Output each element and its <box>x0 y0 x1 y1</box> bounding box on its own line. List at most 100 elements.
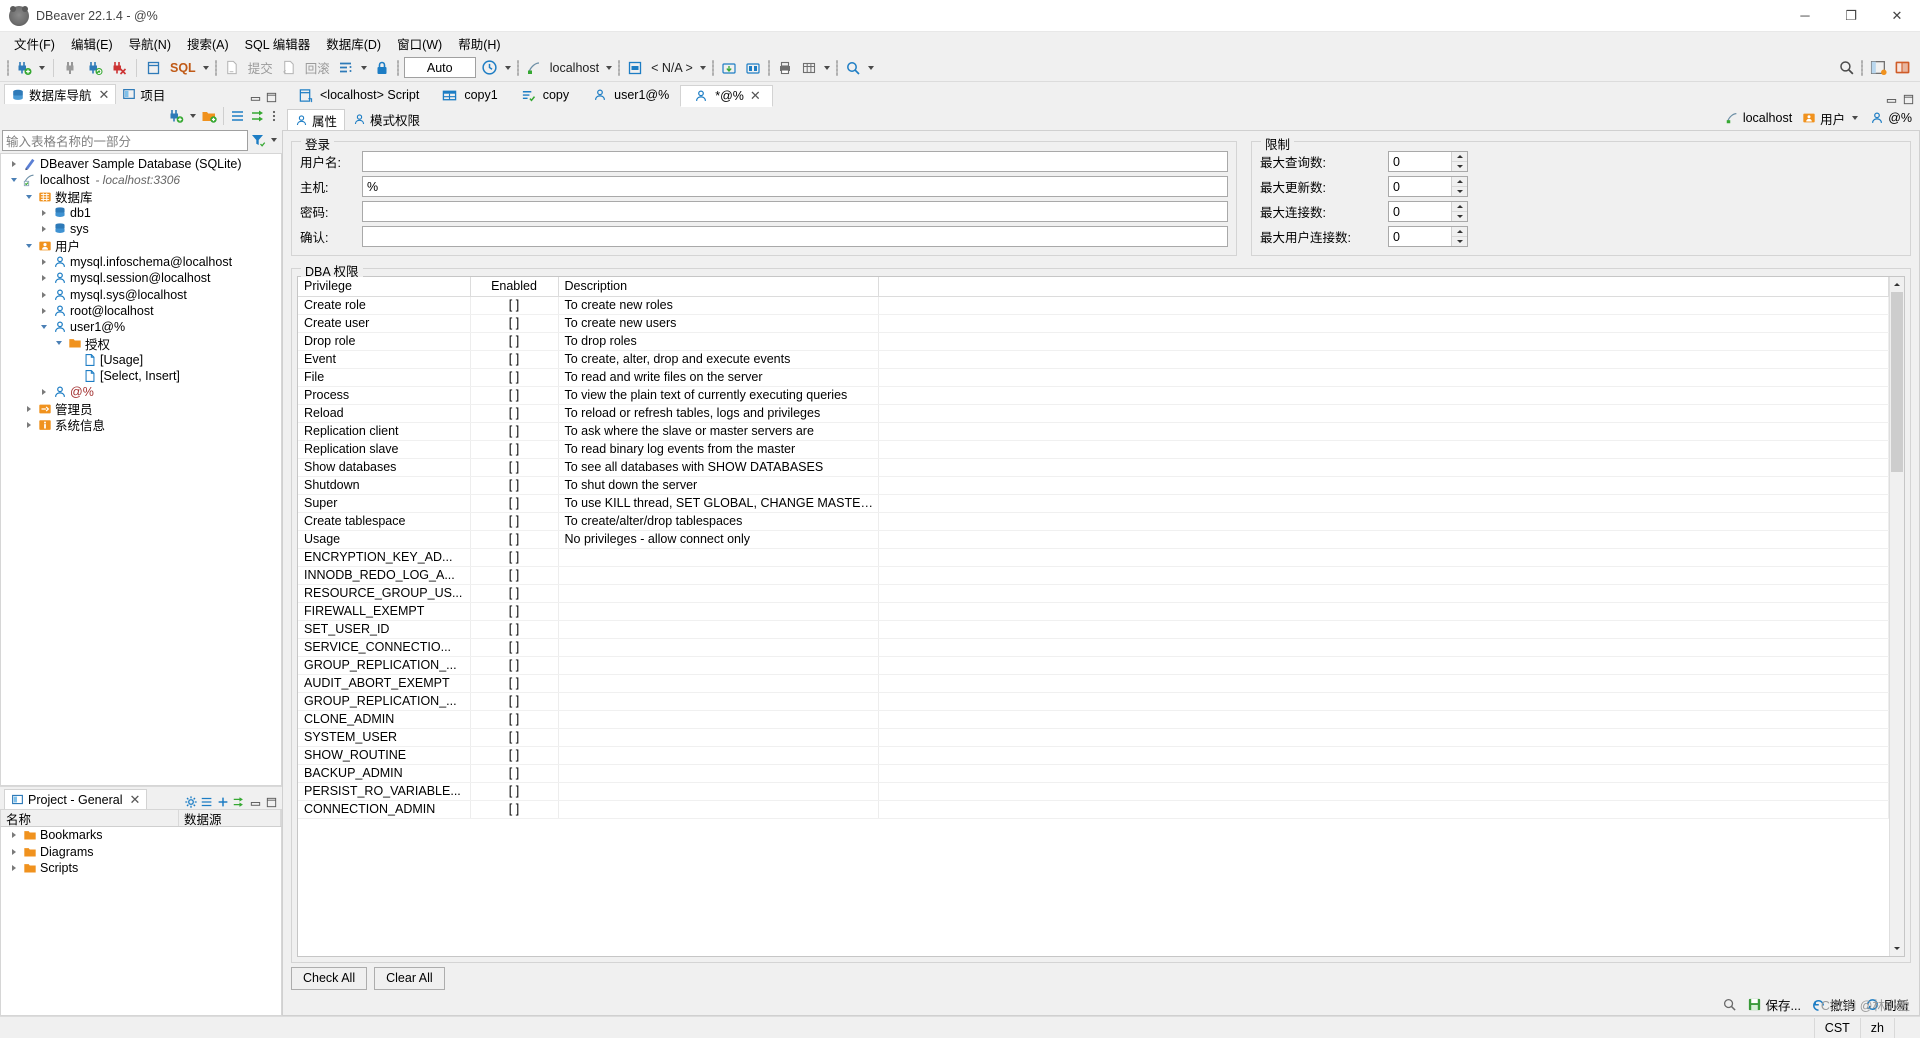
cell-enabled-checkbox[interactable]: [ ] <box>470 675 558 693</box>
chevron-right-icon[interactable] <box>22 422 36 428</box>
username-input[interactable] <box>362 151 1228 172</box>
rollback-icon[interactable] <box>278 57 300 79</box>
host-input[interactable]: % <box>362 176 1228 197</box>
sql-dropdown-icon[interactable] <box>200 57 212 79</box>
new-connection-dropdown-icon[interactable] <box>36 57 48 79</box>
table-row[interactable]: RESOURCE_GROUP_US...[ ] <box>298 585 1889 603</box>
stepper-down-icon[interactable] <box>1452 212 1467 221</box>
cell-enabled-checkbox[interactable]: [ ] <box>470 405 558 423</box>
table-row[interactable]: SYSTEM_USER[ ] <box>298 729 1889 747</box>
cell-enabled-checkbox[interactable]: [ ] <box>470 423 558 441</box>
chevron-right-icon[interactable] <box>37 275 51 281</box>
cell-enabled-checkbox[interactable]: [ ] <box>470 657 558 675</box>
chevron-right-icon[interactable] <box>37 259 51 265</box>
breadcrumb-user[interactable]: @% <box>1870 111 1912 125</box>
close-button[interactable]: ✕ <box>1874 0 1920 32</box>
export-data-icon[interactable] <box>742 57 764 79</box>
print-icon[interactable] <box>774 57 796 79</box>
cell-enabled-checkbox[interactable]: [ ] <box>470 351 558 369</box>
chevron-down-icon[interactable] <box>22 195 36 199</box>
cell-enabled-checkbox[interactable]: [ ] <box>470 765 558 783</box>
table-row[interactable]: SET_USER_ID[ ] <box>298 621 1889 639</box>
table-row[interactable]: CONNECTION_ADMIN[ ] <box>298 801 1889 819</box>
connection-name[interactable]: localhost <box>546 61 603 75</box>
cell-enabled-checkbox[interactable]: [ ] <box>470 603 558 621</box>
cell-enabled-checkbox[interactable]: [ ] <box>470 747 558 765</box>
scroll-up-icon[interactable] <box>1890 277 1904 292</box>
database-name[interactable]: < N/A > <box>647 61 697 75</box>
max-queries-value[interactable]: 0 <box>1389 152 1451 171</box>
cell-enabled-checkbox[interactable]: [ ] <box>470 531 558 549</box>
table-row[interactable]: Reload[ ]To reload or refresh tables, lo… <box>298 405 1889 423</box>
perspective-open-icon[interactable] <box>1867 57 1889 79</box>
new-connection-nav-dropdown-icon[interactable] <box>187 105 198 127</box>
table-row[interactable]: CLONE_ADMIN[ ] <box>298 711 1889 729</box>
history-icon[interactable] <box>479 57 501 79</box>
editor-tab[interactable]: *@%✕ <box>680 85 773 107</box>
chevron-down-icon[interactable] <box>37 325 51 329</box>
breadcrumb-connection[interactable]: localhost <box>1725 111 1792 125</box>
grid-icon[interactable] <box>798 57 820 79</box>
cell-enabled-checkbox[interactable]: [ ] <box>470 639 558 657</box>
chevron-down-icon[interactable] <box>7 178 21 182</box>
editor-tab[interactable]: user1@% <box>580 84 680 106</box>
disconnect-icon[interactable] <box>60 57 82 79</box>
table-row[interactable]: Replication slave[ ]To read binary log e… <box>298 441 1889 459</box>
chevron-down-icon[interactable] <box>52 341 66 345</box>
cell-enabled-checkbox[interactable]: [ ] <box>470 585 558 603</box>
chevron-down-icon[interactable] <box>1849 107 1860 129</box>
new-connection-nav-icon[interactable] <box>167 107 185 125</box>
filter-icon[interactable] <box>248 133 268 147</box>
scroll-down-icon[interactable] <box>1890 941 1904 956</box>
project-tree-item[interactable]: Bookmarks <box>1 827 281 844</box>
menu-file[interactable]: 文件(F) <box>6 32 63 55</box>
chevron-right-icon[interactable] <box>37 292 51 298</box>
minimize-project-panel-icon[interactable] <box>248 795 262 809</box>
collapse-project-icon[interactable] <box>200 795 214 809</box>
cell-enabled-checkbox[interactable]: [ ] <box>470 387 558 405</box>
tab-schema-privileges[interactable]: 模式权限 <box>345 109 428 130</box>
search-dropdown-icon[interactable] <box>865 57 877 79</box>
tree-item[interactable]: localhost- localhost:3306 <box>1 172 281 188</box>
transaction-auto-select[interactable]: Auto <box>404 57 476 78</box>
maximize-panel-icon[interactable] <box>264 90 278 104</box>
project-tree[interactable]: BookmarksDiagramsScripts <box>0 827 282 1016</box>
scrollbar-thumb[interactable] <box>1891 292 1903 472</box>
link-editor-icon[interactable] <box>249 107 267 125</box>
global-search-icon[interactable] <box>1835 57 1857 79</box>
table-row[interactable]: Create user[ ]To create new users <box>298 315 1889 333</box>
minimize-editor-icon[interactable] <box>1884 92 1898 106</box>
table-row[interactable]: SHOW_ROUTINE[ ] <box>298 747 1889 765</box>
tab-project-general[interactable]: Project - General ✕ <box>4 789 147 809</box>
database-selector-icon[interactable] <box>624 57 646 79</box>
breadcrumb-users-folder[interactable]: 用户 <box>1802 107 1860 129</box>
chevron-right-icon[interactable] <box>37 308 51 314</box>
collapse-all-icon[interactable] <box>229 107 247 125</box>
search-icon[interactable] <box>842 57 864 79</box>
connection-dropdown-icon[interactable] <box>603 57 615 79</box>
max-updates-value[interactable]: 0 <box>1389 177 1451 196</box>
menu-sql-editor[interactable]: SQL 编辑器 <box>237 32 319 55</box>
tree-item[interactable]: 授权 <box>1 335 281 351</box>
tab-database-navigator[interactable]: 数据库导航 ✕ <box>4 84 116 104</box>
editor-tab[interactable]: <localhost> Script <box>286 84 430 106</box>
connection-selector-icon[interactable] <box>523 57 545 79</box>
cell-enabled-checkbox[interactable]: [ ] <box>470 495 558 513</box>
database-tree[interactable]: DBeaver Sample Database (SQLite)localhos… <box>0 153 282 786</box>
max-updates-stepper[interactable]: 0 <box>1388 176 1468 197</box>
table-row[interactable]: Shutdown[ ]To shut down the server <box>298 477 1889 495</box>
transaction-dropdown-icon[interactable] <box>358 57 370 79</box>
chevron-right-icon[interactable] <box>22 406 36 412</box>
status-resize-grip[interactable] <box>1894 1018 1920 1038</box>
table-row[interactable]: Drop role[ ]To drop roles <box>298 333 1889 351</box>
project-tree-item[interactable]: Scripts <box>1 860 281 877</box>
tree-item[interactable]: db1 <box>1 205 281 221</box>
transaction-mode-icon[interactable] <box>335 57 357 79</box>
menu-window[interactable]: 窗口(W) <box>389 32 450 55</box>
link-project-icon[interactable] <box>232 795 246 809</box>
table-row[interactable]: Create role[ ]To create new roles <box>298 297 1889 315</box>
chevron-right-icon[interactable] <box>37 389 51 395</box>
menu-database[interactable]: 数据库(D) <box>318 32 389 55</box>
reconnect-icon[interactable] <box>84 57 106 79</box>
chevron-right-icon[interactable] <box>37 226 51 232</box>
